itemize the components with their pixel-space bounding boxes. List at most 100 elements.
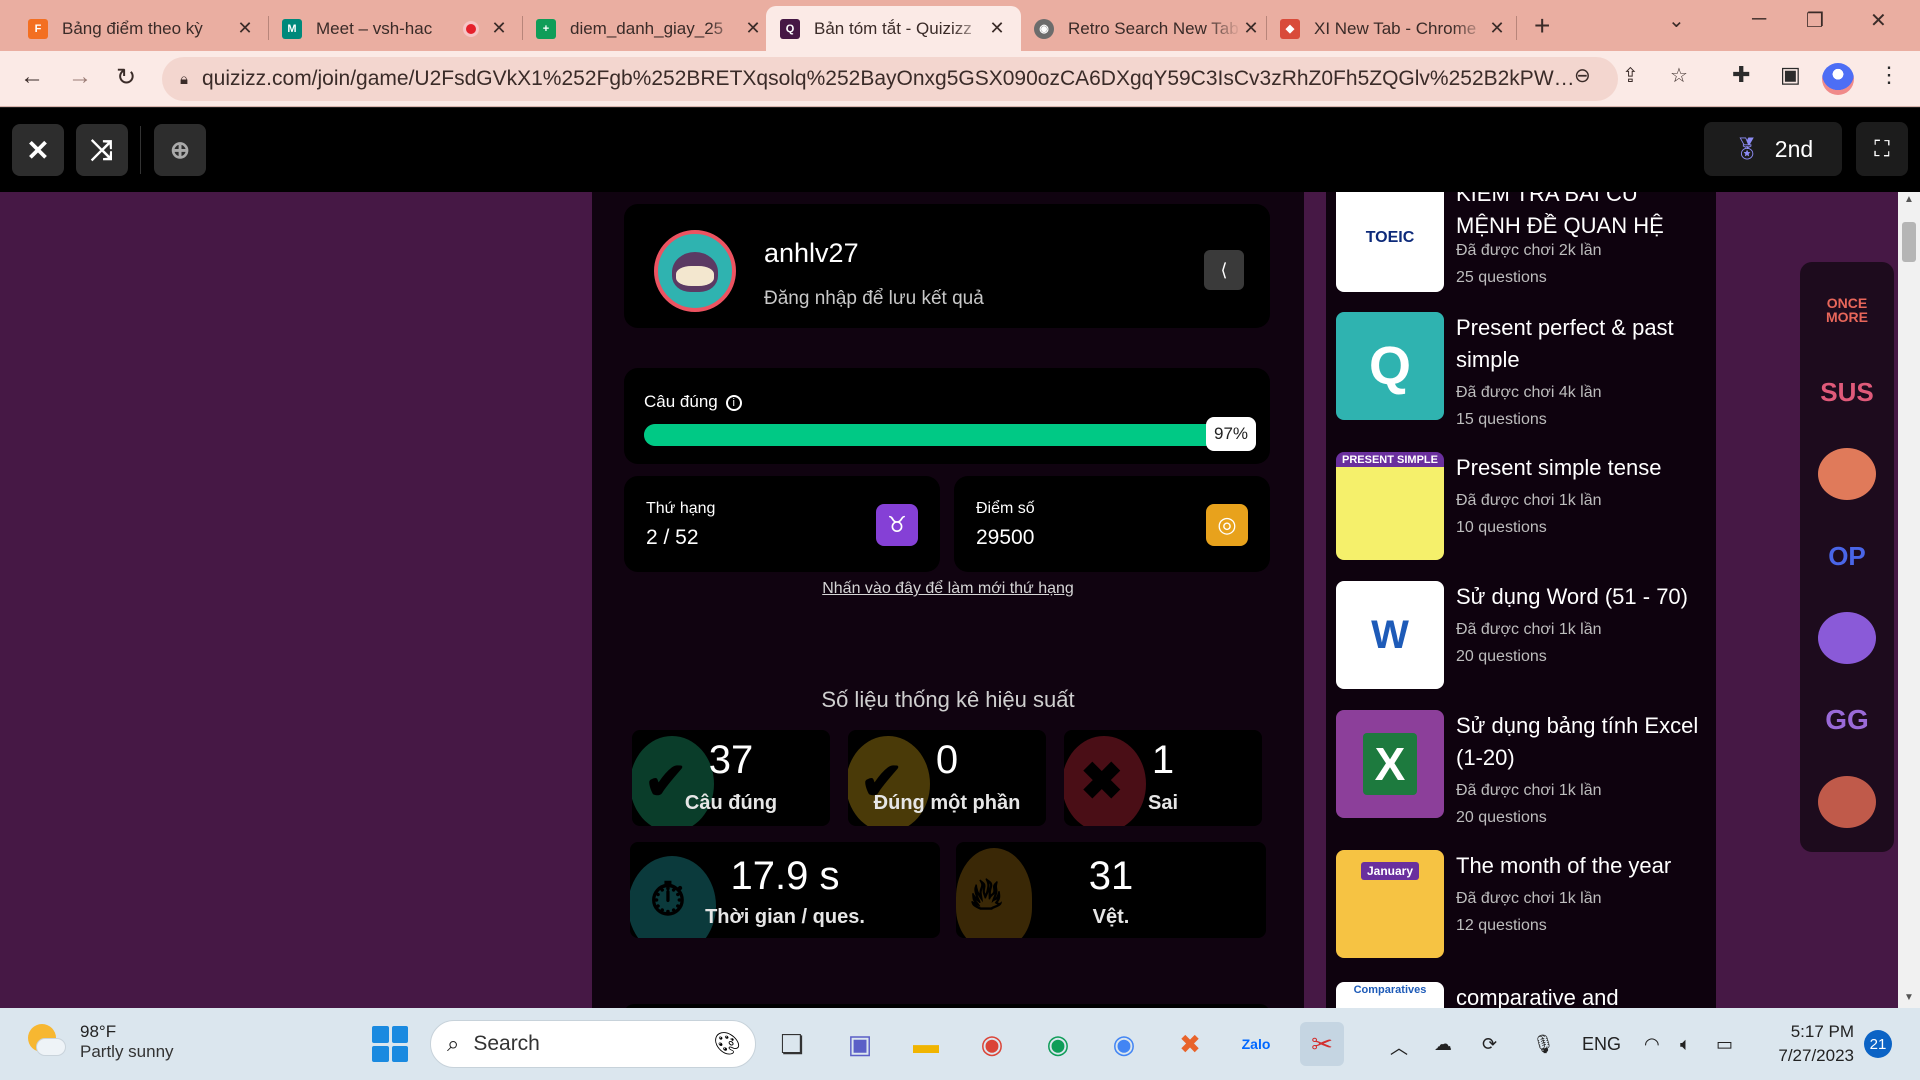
- close-icon[interactable]: ✕: [235, 18, 255, 39]
- medal-icon: 🏅︎: [1732, 136, 1761, 161]
- temperature: 98°F: [80, 1022, 117, 1041]
- quiz-questions: 20 questions: [1456, 648, 1547, 665]
- tab-title: Retro Search New Tab: [1068, 18, 1239, 38]
- extensions-icon[interactable]: ✚: [1732, 62, 1750, 88]
- scroll-up-icon[interactable]: ▲: [1904, 194, 1914, 205]
- clock-time: 5:17 PM: [1790, 1022, 1854, 1041]
- file-explorer-icon[interactable]: ▬: [904, 1022, 948, 1066]
- wifi-icon[interactable]: ◠: [1644, 1034, 1660, 1055]
- back-button[interactable]: ←: [20, 63, 44, 91]
- start-button[interactable]: [372, 1026, 408, 1062]
- share-icon[interactable]: ⇪: [1622, 63, 1639, 88]
- astronaut-icon[interactable]: [1818, 612, 1876, 664]
- shuffle-icon[interactable]: ⤨: [76, 124, 128, 176]
- tab-new-tab[interactable]: ◆ XI New Tab - Chrome ✕: [1266, 6, 1521, 51]
- snipping-tool-icon[interactable]: ✂: [1300, 1022, 1344, 1066]
- sync-icon[interactable]: ⟳: [1482, 1034, 1497, 1055]
- quiz-questions: 10 questions: [1456, 519, 1547, 536]
- quiz-plays: Đã được chơi 2k lần: [1456, 242, 1602, 259]
- streak-value: 31: [1088, 854, 1134, 898]
- weather-widget[interactable]: 98°F Partly sunny: [26, 1022, 174, 1062]
- restore-button[interactable]: ❐: [1806, 8, 1824, 33]
- sticker-once-more[interactable]: ONCE MORE: [1818, 284, 1876, 336]
- zoom-icon[interactable]: ⊕: [154, 124, 206, 176]
- tab-meet[interactable]: M Meet – vsh-hac ✕: [268, 6, 523, 51]
- tab-bang-diem[interactable]: F Bảng điểm theo kỳ ✕: [14, 6, 269, 51]
- share-button[interactable]: ⟨: [1204, 250, 1244, 290]
- minimize-button[interactable]: ─: [1752, 8, 1766, 31]
- sticker-gg[interactable]: GG: [1818, 694, 1876, 746]
- cup-icon[interactable]: [1818, 776, 1876, 828]
- menu-icon[interactable]: ⋮: [1878, 62, 1900, 88]
- battery-icon[interactable]: ▭: [1716, 1034, 1733, 1055]
- tab-search-icon[interactable]: ⌄: [1668, 8, 1685, 33]
- tab-quizizz[interactable]: Q Bản tóm tắt - Quizizz ✕: [766, 6, 1021, 51]
- xampp-icon[interactable]: ✖: [1168, 1022, 1212, 1066]
- info-icon[interactable]: i: [725, 394, 742, 411]
- chrome-icon[interactable]: ◉: [970, 1022, 1014, 1066]
- coins-icon: ◎: [1206, 504, 1248, 546]
- close-icon[interactable]: ✕: [987, 18, 1007, 39]
- tab-retro-search[interactable]: ◉ Retro Search New Tab ✕: [1020, 6, 1275, 51]
- scroll-down-icon[interactable]: ▼: [1904, 992, 1914, 1003]
- quiz-thumbnail: W: [1336, 581, 1444, 689]
- score-value: 29500: [976, 526, 1035, 549]
- scrollbar-thumb[interactable]: [1902, 222, 1916, 262]
- microphone-icon[interactable]: 🎙︎: [1532, 1034, 1555, 1055]
- username: anhlv27: [764, 238, 859, 268]
- quiz-questions: 12 questions: [1456, 917, 1547, 934]
- browser-tab-strip: F Bảng điểm theo kỳ ✕ M Meet – vsh-hac ✕…: [0, 0, 1920, 51]
- chat-icon[interactable]: ▣: [838, 1022, 882, 1066]
- forward-button[interactable]: →: [68, 63, 92, 91]
- quiz-thumbnail: X: [1336, 710, 1444, 818]
- hedgehog-icon[interactable]: [1818, 448, 1876, 500]
- login-hint[interactable]: Đăng nhập để lưu kết quả: [764, 288, 984, 310]
- stat-wrong: ✖ 1 Sai: [1064, 730, 1262, 826]
- tab-title: Bảng điểm theo kỳ: [62, 18, 203, 38]
- chrome-profile-icon[interactable]: ◉: [1036, 1022, 1080, 1066]
- onedrive-icon[interactable]: ☁: [1434, 1034, 1452, 1055]
- recording-icon: [463, 20, 479, 37]
- search-placeholder: Search: [473, 1032, 540, 1055]
- taskbar-search[interactable]: ⌕ Search 🎨︎: [430, 1020, 756, 1068]
- score-label: Điểm số: [976, 500, 1035, 517]
- volume-icon[interactable]: 🔈︎: [1680, 1034, 1691, 1055]
- notification-badge[interactable]: 21: [1864, 1030, 1892, 1058]
- zalo-icon[interactable]: Zalo: [1234, 1022, 1278, 1066]
- thumb-text: TOEIC: [1365, 229, 1415, 246]
- close-icon[interactable]: ✕: [489, 18, 509, 39]
- quiz-thumbnail: TOEIC: [1336, 192, 1444, 292]
- profile-avatar[interactable]: [1822, 63, 1854, 95]
- clock[interactable]: 5:17 PM 7/27/2023: [1764, 1020, 1854, 1068]
- close-icon[interactable]: ✕: [1241, 18, 1261, 39]
- close-icon[interactable]: ✕: [12, 124, 64, 176]
- url-text[interactable]: quizizz.com/join/game/U2FsdGVkX1%252Fgb%…: [202, 67, 1582, 91]
- tab-title: Meet – vsh-hac: [316, 18, 433, 38]
- rank-button[interactable]: 🏅︎ 2nd: [1704, 122, 1842, 176]
- chrome-profile-icon[interactable]: ◉: [1102, 1022, 1146, 1066]
- new-tab-button[interactable]: +: [1534, 10, 1550, 42]
- tab-diem-danh[interactable]: + diem_danh_giay_25 ✕: [522, 6, 777, 51]
- quizizz-icon: Q: [780, 18, 800, 39]
- address-bar[interactable]: 🔒︎ quizizz.com/join/game/U2FsdGVkX1%252F…: [162, 57, 1618, 101]
- zoom-icon[interactable]: ⊖: [1574, 63, 1591, 88]
- window-close-button[interactable]: ✕: [1870, 8, 1887, 33]
- close-icon[interactable]: ✕: [1487, 18, 1507, 39]
- refresh-rank-link[interactable]: Nhấn vào đây để làm mới thứ hạng: [592, 580, 1304, 598]
- fullscreen-icon[interactable]: ⛶: [1856, 122, 1908, 176]
- language-indicator[interactable]: ENG: [1582, 1034, 1621, 1055]
- side-panel-icon[interactable]: ▣: [1780, 62, 1801, 88]
- close-icon[interactable]: ✕: [743, 18, 763, 39]
- rank-value: 2 / 52: [646, 526, 699, 549]
- sheets-icon: +: [536, 18, 556, 39]
- bookmark-star-icon[interactable]: ☆: [1670, 63, 1688, 88]
- accuracy-bar-fill: [644, 424, 1232, 446]
- reload-button[interactable]: ↻: [116, 63, 136, 92]
- sticker-sus[interactable]: SUS: [1818, 366, 1876, 418]
- sticker-op[interactable]: OP: [1818, 530, 1876, 582]
- task-view-icon[interactable]: ❏: [770, 1022, 814, 1066]
- scrollbar[interactable]: ▲ ▼: [1898, 192, 1920, 1008]
- chevron-up-icon[interactable]: ︿: [1390, 1034, 1408, 1060]
- lock-icon[interactable]: 🔒︎: [180, 71, 188, 88]
- stat-correct: ✔ 37 Câu đúng: [632, 730, 830, 826]
